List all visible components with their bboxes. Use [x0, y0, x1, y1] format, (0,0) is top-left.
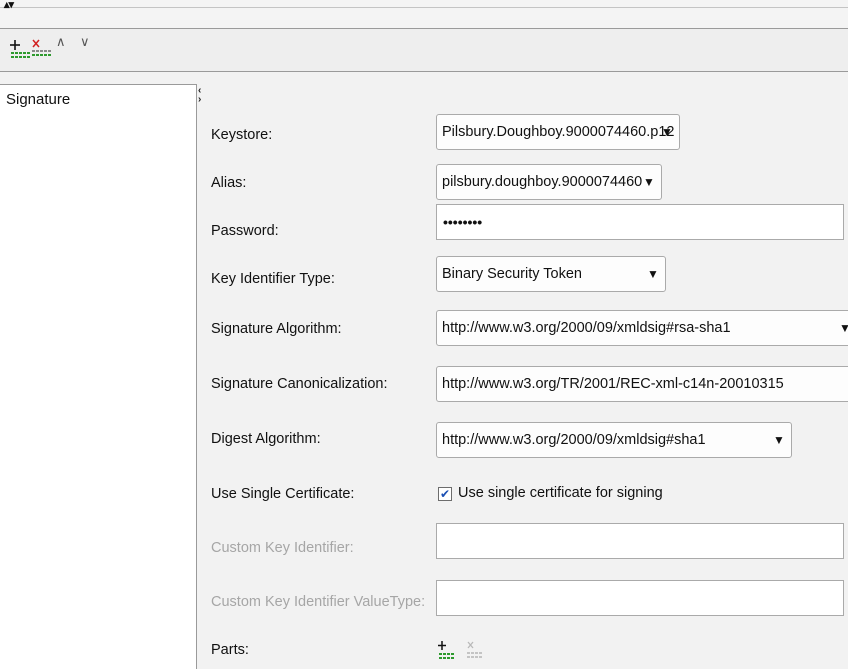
move-down-icon[interactable]: ∨ — [80, 34, 102, 56]
use-single-certificate-label: Use Single Certificate: — [211, 486, 355, 502]
chevron-down-icon[interactable]: ▼ — [839, 311, 848, 345]
parts-label: Parts: — [211, 642, 249, 658]
toolbar: ∧ ∨ — [0, 29, 848, 72]
add-part-icon[interactable] — [438, 640, 456, 660]
digest-algorithm-value: http://www.w3.org/2000/09/xmldsig#sha1 — [442, 432, 706, 448]
signature-algorithm-label: Signature Algorithm: — [211, 321, 342, 337]
section-list: Signature — [0, 84, 197, 669]
signature-form: Keystore: Pilsbury.Doughboy.9000074460.p… — [206, 84, 848, 668]
password-value: •••••••• — [443, 214, 483, 230]
key-identifier-type-value: Binary Security Token — [442, 266, 582, 282]
list-item-signature[interactable]: Signature — [0, 89, 196, 111]
keystore-label: Keystore: — [211, 127, 273, 143]
alias-value: pilsbury.doughboy.9000074460 — [442, 174, 643, 190]
keystore-value: Pilsbury.Doughboy.9000074460.p12 — [442, 124, 675, 140]
add-row-icon[interactable] — [10, 37, 32, 59]
custom-key-identifier-label: Custom Key Identifier: — [211, 540, 354, 556]
strip-divider — [0, 7, 848, 8]
password-label: Password: — [211, 223, 279, 239]
digest-algorithm-select[interactable]: http://www.w3.org/2000/09/xmldsig#sha1 ▼ — [436, 422, 792, 458]
collapse-strip: ▴▾ — [0, 0, 848, 29]
chevron-down-icon[interactable]: ▼ — [643, 165, 655, 199]
remove-row-icon[interactable] — [31, 37, 53, 59]
parts-toolbar — [438, 638, 498, 662]
custom-key-identifier-field[interactable] — [436, 523, 844, 559]
use-single-certificate-checkbox[interactable]: ✔ — [438, 487, 452, 501]
alias-select[interactable]: pilsbury.doughboy.9000074460 ▼ — [436, 164, 662, 200]
key-identifier-type-label: Key Identifier Type: — [211, 271, 335, 287]
move-up-icon[interactable]: ∧ — [56, 34, 78, 56]
signature-canonicalization-label: Signature Canonicalization: — [211, 376, 388, 392]
keystore-select[interactable]: Pilsbury.Doughboy.9000074460.p12 ▼ — [436, 114, 680, 150]
remove-part-icon[interactable] — [466, 640, 484, 660]
signature-algorithm-value: http://www.w3.org/2000/09/xmldsig#rsa-sh… — [442, 320, 731, 336]
signature-canonicalization-select[interactable]: http://www.w3.org/TR/2001/REC-xml-c14n-2… — [436, 366, 848, 402]
alias-label: Alias: — [211, 175, 247, 191]
use-single-certificate-checkbox-label[interactable]: Use single certificate for signing — [458, 485, 663, 501]
chevron-down-icon[interactable]: ▼ — [647, 257, 659, 291]
splitter-arrows-icon[interactable]: ‹ › — [198, 86, 201, 105]
chevron-down-icon[interactable]: ▼ — [661, 115, 673, 149]
password-field[interactable]: •••••••• — [436, 204, 844, 240]
panel-splitter[interactable]: ‹ › — [197, 84, 206, 668]
digest-algorithm-label: Digest Algorithm: — [211, 431, 321, 447]
signature-canonicalization-value: http://www.w3.org/TR/2001/REC-xml-c14n-2… — [442, 376, 784, 392]
key-identifier-type-select[interactable]: Binary Security Token ▼ — [436, 256, 666, 292]
signature-algorithm-select[interactable]: http://www.w3.org/2000/09/xmldsig#rsa-sh… — [436, 310, 848, 346]
collapse-expand-toggle[interactable]: ▴▾ — [4, 0, 14, 11]
custom-key-identifier-value-type-field[interactable] — [436, 580, 844, 616]
chevron-down-icon[interactable]: ▼ — [773, 423, 785, 457]
custom-key-identifier-value-type-label: Custom Key Identifier ValueType: — [211, 594, 426, 610]
